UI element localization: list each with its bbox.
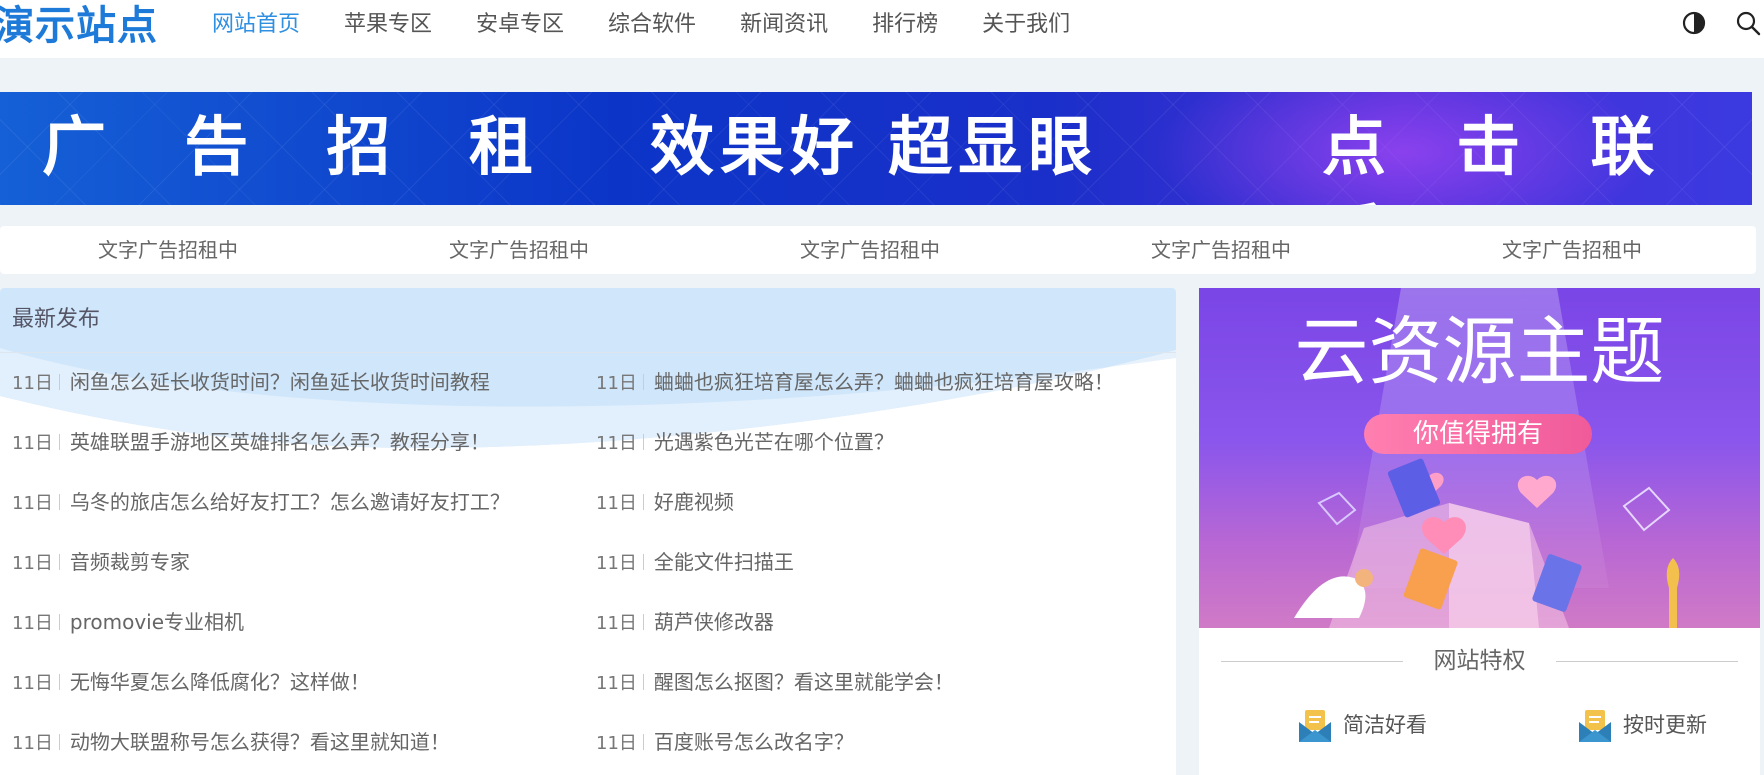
post-item[interactable]: 11日 全能文件扫描王 [596,548,794,578]
post-title-link[interactable]: 无悔华夏怎么降低腐化？这样做！ [70,670,370,694]
text-ad-link[interactable]: 文字广告招租中 [800,226,940,274]
date-separator [58,734,60,750]
main-nav: 网站首页 苹果专区 安卓专区 综合软件 新闻资讯 排行榜 关于我们 [212,0,1114,50]
post-date: 11日 [12,553,53,574]
post-title-link[interactable]: 动物大联盟称号怎么获得？看这里就知道！ [70,730,450,754]
date-separator [642,734,644,750]
post-title-link[interactable]: 英雄联盟手游地区英雄排名怎么弄？教程分享！ [70,430,490,454]
post-item[interactable]: 11日 无悔华夏怎么降低腐化？这样做！ [12,668,370,698]
date-separator [58,374,60,390]
perk-item: 按时更新 [1623,713,1707,737]
post-item[interactable]: 11日 醒图怎么抠图？看这里就能学会！ [596,668,954,698]
site-perks-panel: 网站特权 简洁好看 按时更新 [1199,628,1760,775]
text-ad-link[interactable]: 文字广告招租中 [449,226,589,274]
date-separator [642,614,644,630]
contrast-icon[interactable] [1681,10,1707,36]
post-date: 11日 [596,553,637,574]
date-separator [642,374,644,390]
post-item[interactable]: 11日 蛐蛐也疯狂培育屋怎么弄？蛐蛐也疯狂培育屋攻略！ [596,368,1114,398]
text-ad-bar: 文字广告招租中 文字广告招租中 文字广告招租中 文字广告招租中 文字广告招租中 [0,226,1756,274]
site-logo[interactable]: 演示站点 [0,2,158,50]
post-item[interactable]: 11日 好鹿视频 [596,488,734,518]
post-date: 11日 [596,733,637,754]
nav-software[interactable]: 综合软件 [608,0,696,50]
promo-illustration [1294,458,1680,628]
post-title-link[interactable]: 音频裁剪专家 [70,550,190,574]
post-title-link[interactable]: 光遇紫色光芒在哪个位置？ [654,430,894,454]
date-separator [58,554,60,570]
section-divider [0,352,1176,353]
date-separator [642,674,644,690]
title-rule-right [1556,661,1738,662]
date-separator [58,434,60,450]
date-separator [642,554,644,570]
promo-pill: 你值得拥有 [1364,414,1592,454]
post-date: 11日 [12,613,53,634]
post-date: 11日 [596,613,637,634]
post-item[interactable]: 11日 promovie专业相机 [12,608,244,638]
post-date: 11日 [596,493,637,514]
post-title-link[interactable]: 蛐蛐也疯狂培育屋怎么弄？蛐蛐也疯狂培育屋攻略！ [654,370,1114,394]
post-item[interactable]: 11日 动物大联盟称号怎么获得？看这里就知道！ [12,728,450,758]
post-item[interactable]: 11日 闲鱼怎么延长收货时间？闲鱼延长收货时间教程 [12,368,490,398]
latest-posts-panel: 最新发布 11日 闲鱼怎么延长收货时间？闲鱼延长收货时间教程 11日 英雄联盟手游地区… [0,288,1176,775]
date-separator [58,614,60,630]
banner-center-text: 效果好 超显眼 [650,111,1099,185]
nav-about[interactable]: 关于我们 [982,0,1070,50]
nav-apple[interactable]: 苹果专区 [344,0,432,50]
date-separator [642,494,644,510]
post-title-link[interactable]: 乌冬的旅店怎么给好友打工？怎么邀请好友打工？ [70,490,510,514]
post-item[interactable]: 11日 英雄联盟手游地区英雄排名怎么弄？教程分享！ [12,428,490,458]
date-separator [58,494,60,510]
post-date: 11日 [12,733,53,754]
post-title-link[interactable]: 全能文件扫描王 [654,550,794,574]
envelope-icon [1579,710,1611,742]
site-header: 演示站点 网站首页 苹果专区 安卓专区 综合软件 新闻资讯 排行榜 关于我们 [0,0,1764,58]
date-separator [642,434,644,450]
nav-android[interactable]: 安卓专区 [476,0,564,50]
post-date: 11日 [596,373,637,394]
perk-item: 简洁好看 [1343,713,1427,737]
post-title-link[interactable]: 百度账号怎么改名字？ [654,730,854,754]
text-ad-link[interactable]: 文字广告招租中 [1502,226,1642,274]
date-separator [58,674,60,690]
post-date: 11日 [12,673,53,694]
promo-title: 云资源主题 [1294,309,1665,395]
nav-home[interactable]: 网站首页 [212,0,300,50]
nav-ranking[interactable]: 排行榜 [872,0,938,50]
post-title-link[interactable]: 醒图怎么抠图？看这里就能学会！ [654,670,954,694]
ad-banner[interactable]: 广 告 招 租 效果好 超显眼 点 击 联 系 [0,92,1752,205]
post-date: 11日 [596,673,637,694]
post-title-link[interactable]: 闲鱼怎么延长收货时间？闲鱼延长收货时间教程 [70,370,490,394]
text-ad-link[interactable]: 文字广告招租中 [98,226,238,274]
post-title-link[interactable]: 葫芦侠修改器 [654,610,774,634]
nav-news[interactable]: 新闻资讯 [740,0,828,50]
banner-right-text: 点 击 联 系 [1322,111,1679,205]
post-item[interactable]: 11日 乌冬的旅店怎么给好友打工？怎么邀请好友打工？ [12,488,510,518]
section-title: 最新发布 [12,307,101,332]
post-date: 11日 [12,373,53,394]
text-ad-link[interactable]: 文字广告招租中 [1151,226,1291,274]
post-item[interactable]: 11日 百度账号怎么改名字？ [596,728,854,758]
search-icon[interactable] [1735,10,1761,36]
post-date: 11日 [596,433,637,454]
post-title-link[interactable]: promovie专业相机 [70,610,244,634]
post-item[interactable]: 11日 光遇紫色光芒在哪个位置？ [596,428,894,458]
promo-image[interactable]: 云资源主题 你值得拥有 [1199,288,1760,628]
envelope-icon [1299,710,1331,742]
post-item[interactable]: 11日 葫芦侠修改器 [596,608,774,638]
post-date: 11日 [12,493,53,514]
post-date: 11日 [12,433,53,454]
banner-left-text: 广 告 招 租 [42,111,561,185]
post-title-link[interactable]: 好鹿视频 [654,490,734,514]
post-item[interactable]: 11日 音频裁剪专家 [12,548,190,578]
